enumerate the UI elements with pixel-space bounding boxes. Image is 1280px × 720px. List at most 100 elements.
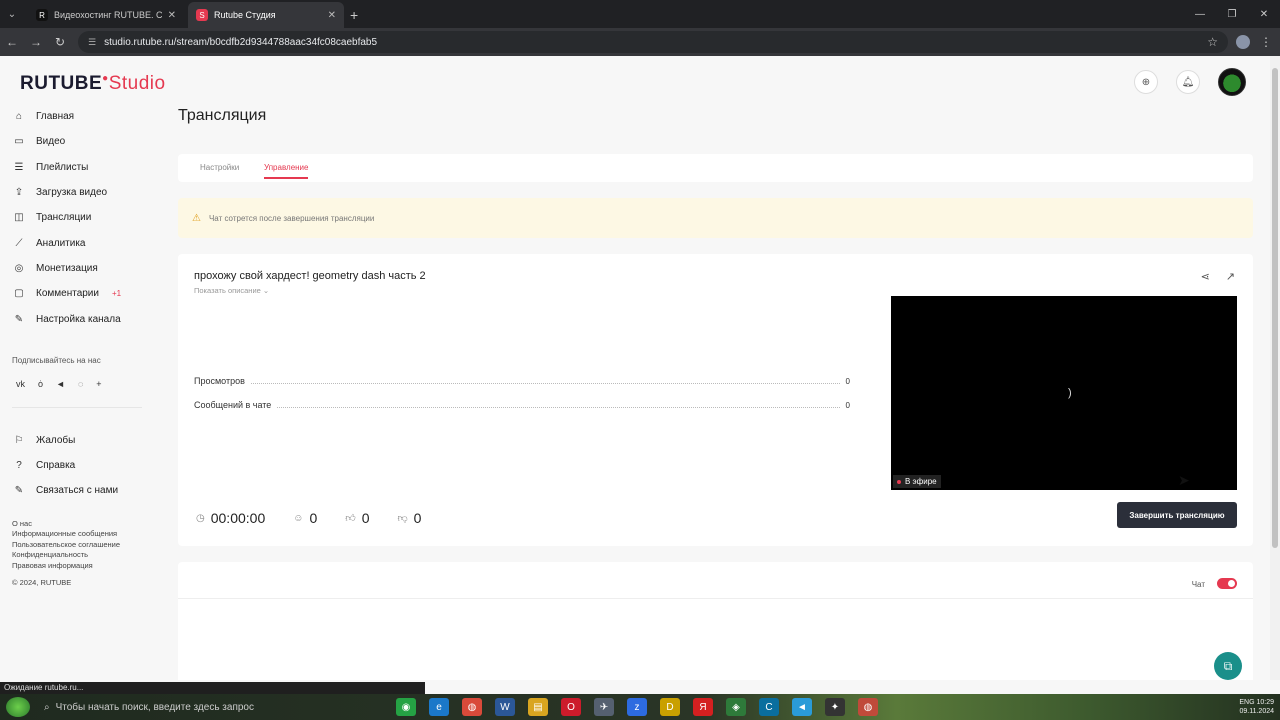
page-title: Трансляция bbox=[178, 107, 267, 124]
avatar[interactable] bbox=[1218, 68, 1246, 96]
scrollbar-thumb[interactable] bbox=[1272, 68, 1278, 548]
telegram-icon[interactable]: ◄ bbox=[792, 698, 812, 716]
app5-icon[interactable]: ✦ bbox=[825, 698, 845, 716]
app3-icon[interactable]: ◈ bbox=[726, 698, 746, 716]
zoom-icon[interactable]: z bbox=[627, 698, 647, 716]
sidebar-item[interactable]: ◎ Монетизация bbox=[12, 256, 152, 281]
footer-link[interactable]: Правовая информация bbox=[12, 561, 152, 572]
sidebar-item[interactable]: ✎ Настройка канала bbox=[12, 306, 152, 331]
share-icon[interactable]: ⋖ bbox=[1201, 270, 1210, 283]
viewers-icon: ☺ bbox=[293, 512, 304, 524]
vk-icon[interactable]: vk bbox=[16, 379, 25, 389]
sidebar-item[interactable]: ▭ Видео bbox=[12, 129, 152, 154]
sidebar: ⌂ Главная ▭ Видео ☰ Плейлисты ⇪ Загрузка видео ◫… bbox=[12, 104, 152, 587]
system-tray[interactable]: ENG 10:29 09.11.2024 bbox=[1239, 698, 1274, 716]
sidebar-item[interactable]: ⟋ Аналитика bbox=[12, 230, 152, 255]
stat-chat-messages: Сообщений в чате 0 bbox=[194, 400, 850, 410]
open-external-icon[interactable]: ↗ bbox=[1226, 270, 1235, 283]
monetization-icon: ◎ bbox=[14, 262, 24, 274]
browser-menu-icon[interactable]: ⋮ bbox=[1260, 35, 1272, 49]
chrome2-icon[interactable]: ◍ bbox=[858, 698, 878, 716]
word-icon[interactable]: W bbox=[495, 698, 515, 716]
create-icon[interactable]: ⊕ bbox=[1134, 70, 1158, 94]
sidebar-item-label: Монетизация bbox=[36, 262, 98, 274]
profile-icon[interactable] bbox=[1236, 35, 1250, 49]
sidebar-item[interactable]: ? Справка bbox=[12, 453, 152, 478]
address-bar[interactable]: ☰ studio.rutube.ru/stream/b0cdfb2d934478… bbox=[78, 31, 1228, 53]
explorer-icon[interactable]: ▤ bbox=[528, 698, 548, 716]
start-button[interactable] bbox=[6, 697, 30, 717]
footer-link[interactable]: О нас bbox=[12, 519, 152, 530]
stream-metrics: ◷ 00:00:00 ☺ 0 👍︎ 0 👎︎ 0 bbox=[196, 510, 421, 526]
warning-icon: ⚠ bbox=[192, 212, 201, 224]
forward-icon[interactable]: → bbox=[24, 35, 48, 49]
more-icon[interactable]: + bbox=[96, 379, 101, 389]
tray-date: 09.11.2024 bbox=[1239, 708, 1274, 715]
bookmark-star-icon[interactable]: ☆ bbox=[1207, 35, 1218, 49]
site-info-icon[interactable]: ☰ bbox=[88, 37, 96, 48]
taskbar-search[interactable]: ⌕ Чтобы начать поиск, введите здесь запр… bbox=[44, 702, 344, 713]
edge-icon[interactable]: e bbox=[429, 698, 449, 716]
tab-search-icon[interactable]: ⌄ bbox=[0, 0, 24, 28]
rutube-favicon-icon: R bbox=[36, 9, 48, 21]
app2-icon[interactable]: D bbox=[660, 698, 680, 716]
sidebar-item[interactable]: ▢ Комментарии +1 bbox=[12, 281, 152, 306]
app-icon[interactable]: ✈ bbox=[594, 698, 614, 716]
back-icon[interactable]: ← bbox=[0, 35, 24, 49]
chat-toggle[interactable] bbox=[1217, 578, 1237, 589]
footer-link[interactable]: Конфиденциальность bbox=[12, 550, 152, 561]
comments-icon: ▢ bbox=[14, 288, 24, 300]
restore-icon[interactable]: ❐ bbox=[1216, 0, 1248, 28]
page-scrollbar[interactable] bbox=[1270, 56, 1280, 680]
follow-label: Подписывайтесь на нас bbox=[12, 355, 101, 365]
sidebar-item-label: Настройка канала bbox=[36, 313, 121, 325]
minimize-icon[interactable]: — bbox=[1184, 0, 1216, 28]
browser-tab-studio[interactable]: S Rutube Студия ✕ bbox=[188, 2, 344, 28]
whatsapp-icon[interactable]: ◉ bbox=[396, 698, 416, 716]
header-actions: ⊕ 🔔︎ bbox=[1134, 68, 1246, 96]
close-window-icon[interactable]: ✕ bbox=[1248, 0, 1280, 28]
sidebar-item[interactable]: ✎ Связаться с нами bbox=[12, 478, 152, 503]
sidebar-item[interactable]: ⚐ Жалобы bbox=[12, 428, 152, 453]
url-text[interactable]: studio.rutube.ru/stream/b0cdfb2d9344788a… bbox=[104, 37, 1199, 48]
reload-icon[interactable]: ↻ bbox=[48, 35, 72, 49]
end-stream-button[interactable]: Завершить трансляцию bbox=[1117, 502, 1237, 528]
browser-tab-rutube[interactable]: R Видеохостинг RUTUBE. Смотр… ✕ bbox=[28, 2, 184, 28]
sidebar-item[interactable]: ⌂ Главная bbox=[12, 104, 152, 129]
show-description-link[interactable]: Показать описание ⌄ bbox=[194, 286, 269, 295]
sidebar-item-label: Главная bbox=[36, 111, 75, 123]
browser-tabbar: ⌄ R Видеохостинг RUTUBE. Смотр… ✕ S Rutu… bbox=[0, 0, 1280, 28]
tab-settings[interactable]: Настройки bbox=[200, 163, 239, 172]
sidebar-item-label: Жалобы bbox=[36, 434, 76, 446]
help-icon: ? bbox=[16, 460, 22, 472]
footer-link[interactable]: Информационные сообщения bbox=[12, 529, 152, 540]
analytics-icon: ⟋ bbox=[15, 237, 23, 249]
sidebar-item[interactable]: ☰ Плейлисты bbox=[12, 155, 152, 180]
notifications-icon[interactable]: 🔔︎ bbox=[1176, 70, 1200, 94]
sidebar-item[interactable]: ◫ Трансляции bbox=[12, 205, 152, 230]
support-chat-button[interactable]: ⧉ bbox=[1214, 652, 1242, 680]
app4-icon[interactable]: C bbox=[759, 698, 779, 716]
opera-icon[interactable]: O bbox=[561, 698, 581, 716]
footer-link[interactable]: Пользовательское соглашение bbox=[12, 540, 152, 551]
logo-product: Studio bbox=[108, 73, 166, 94]
close-tab-icon[interactable]: ✕ bbox=[168, 10, 176, 21]
telegram-icon[interactable]: ◄ bbox=[56, 379, 65, 389]
playlist-icon: ☰ bbox=[14, 161, 24, 173]
yandex-icon[interactable]: Я bbox=[693, 698, 713, 716]
stat-value: 0 bbox=[845, 377, 850, 386]
close-tab-icon[interactable]: ✕ bbox=[328, 10, 336, 21]
tab-management[interactable]: Управление bbox=[264, 163, 309, 179]
sidebar-nav: ⌂ Главная ▭ Видео ☰ Плейлисты ⇪ Загрузка видео ◫… bbox=[12, 104, 152, 332]
ok-icon[interactable]: ȯ bbox=[38, 379, 43, 389]
windows-taskbar: ⌕ Чтобы начать поиск, введите здесь запр… bbox=[0, 694, 1280, 720]
viber-icon[interactable]: ◌ bbox=[78, 379, 83, 389]
sidebar-item[interactable]: ⇪ Загрузка видео bbox=[12, 180, 152, 205]
dotted-leader bbox=[277, 407, 840, 408]
rutube-studio-logo[interactable]: RUTUBE●Studio bbox=[20, 73, 166, 95]
stream-preview-player[interactable]: ) В эфире bbox=[891, 296, 1237, 490]
new-tab-icon[interactable]: + bbox=[350, 2, 358, 28]
stat-views: Просмотров 0 bbox=[194, 376, 850, 386]
taskbar-search-placeholder: Чтобы начать поиск, введите здесь запрос bbox=[55, 701, 254, 713]
chrome-icon[interactable]: ◍ bbox=[462, 698, 482, 716]
